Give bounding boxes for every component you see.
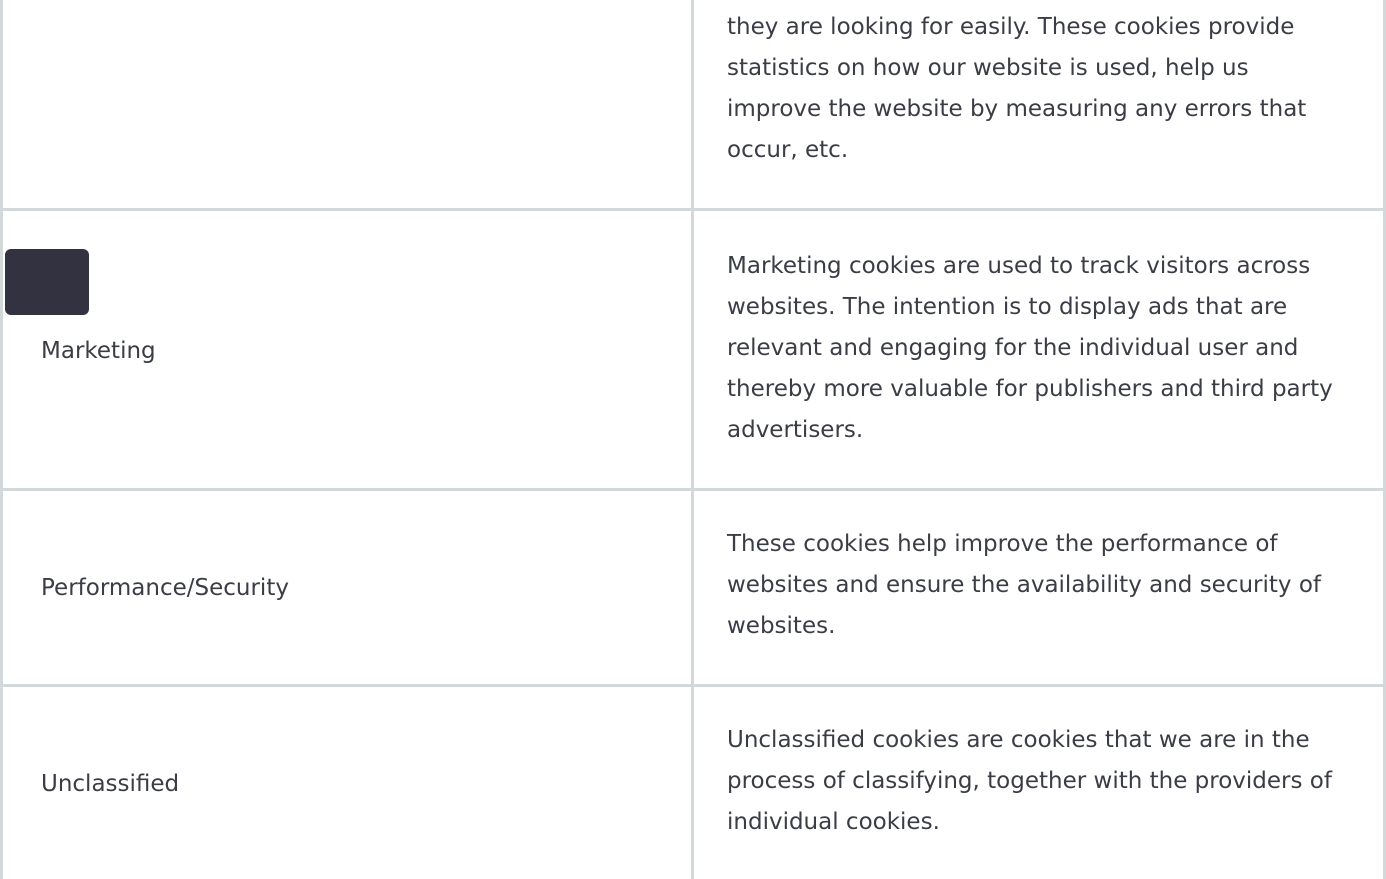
category-description: These cookies help improve the performan… [727,531,1322,639]
floating-consent-button[interactable] [5,249,89,315]
category-name: Marketing [41,338,156,364]
category-name: Performance/Security [41,575,289,601]
category-description: they are looking for easily. These cooki… [727,14,1307,163]
row-divider [0,208,1386,211]
table-column-divider [691,0,694,879]
table-border-left [0,0,3,879]
row-divider [0,488,1386,491]
category-description: Unclassified cookies are cookies that we… [727,727,1332,835]
category-description: Marketing cookies are used to track visi… [727,253,1333,443]
cookie-category-table: they are looking for easily. These cooki… [0,0,1386,879]
row-divider [0,684,1386,687]
category-name: Unclassified [41,771,180,797]
